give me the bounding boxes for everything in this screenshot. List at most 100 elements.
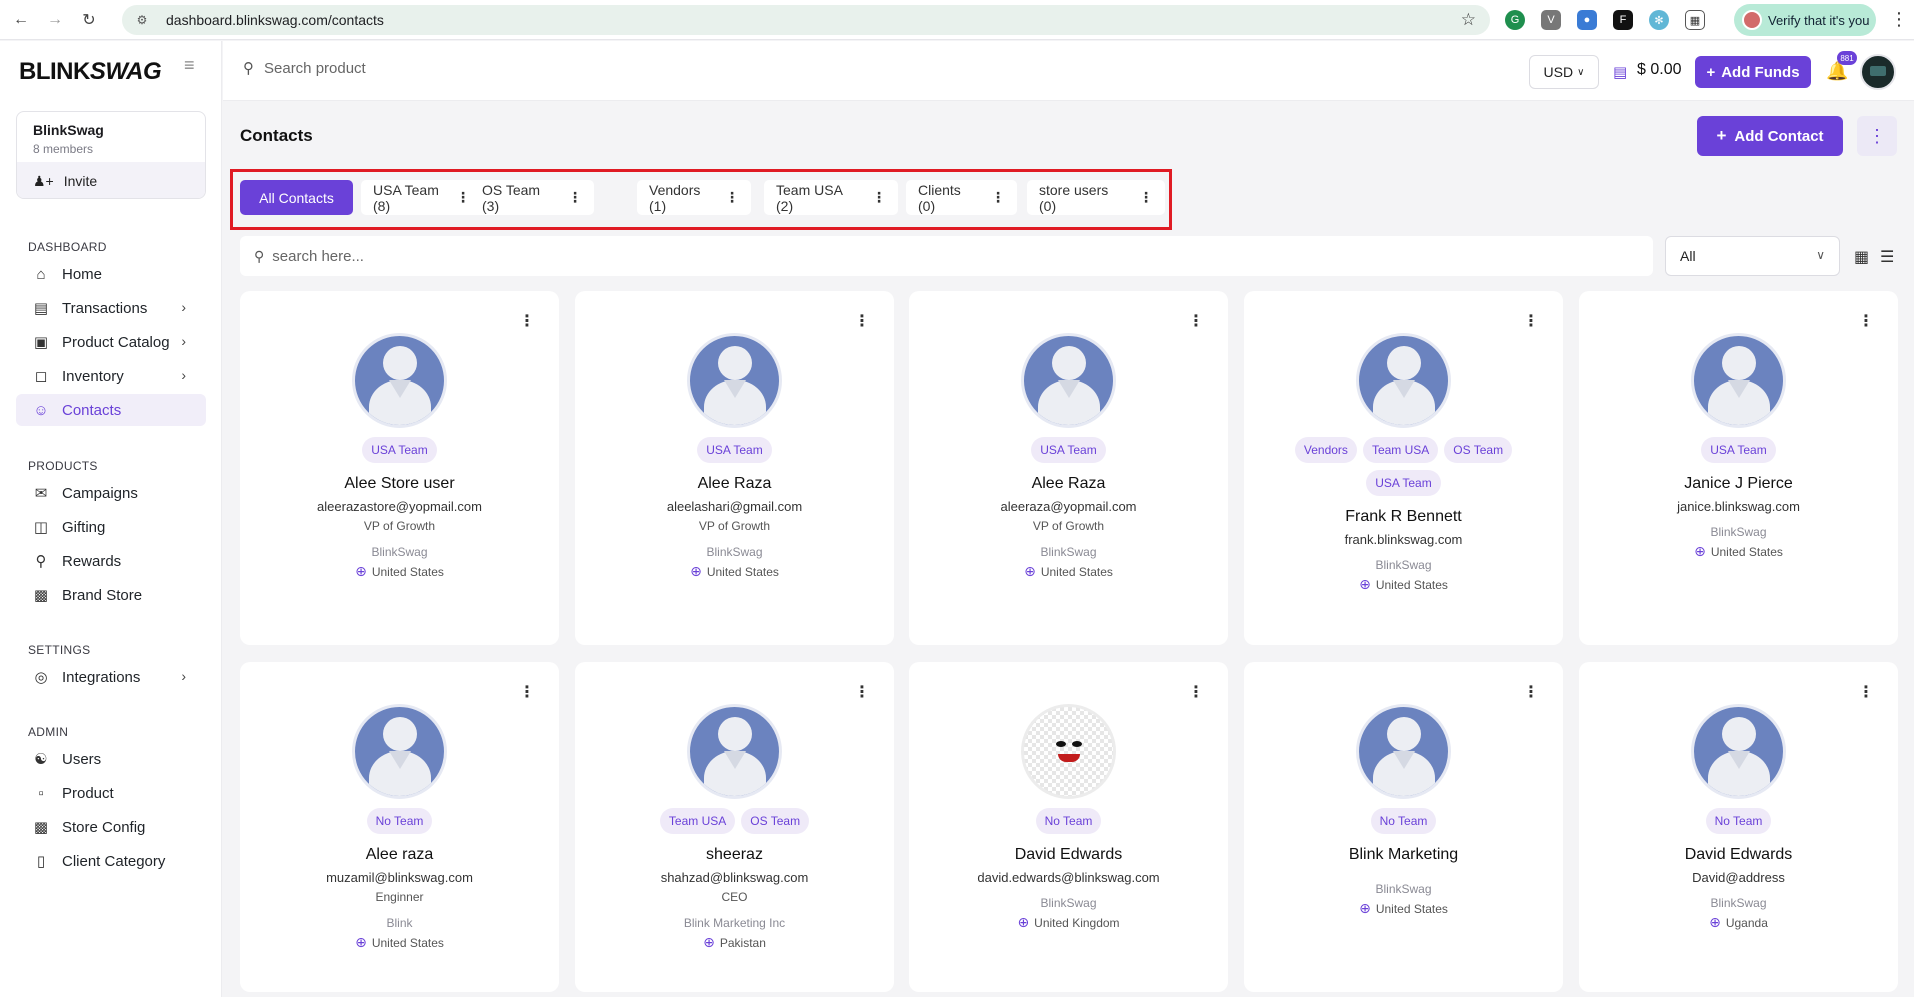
users-icon: ☯ — [34, 751, 48, 768]
contact-country-label: United Kingdom — [1034, 915, 1120, 930]
forward-icon[interactable]: → — [42, 7, 68, 33]
profile-avatar — [1742, 10, 1762, 30]
extensions-puzzle-icon[interactable]: ▦ — [1685, 10, 1705, 30]
megaphone-icon: ✉ — [34, 485, 48, 502]
collapse-sidebar-icon[interactable]: ≡ — [184, 55, 195, 76]
card-menu-icon[interactable]: ⋮ — [1188, 311, 1204, 331]
address-bar[interactable]: ⚙ dashboard.blinkswag.com/contacts ☆ — [122, 5, 1490, 35]
card-menu-icon[interactable]: ⋮ — [519, 682, 535, 702]
tab-usa-team[interactable]: USA Team (8) ⋮ — [361, 180, 482, 215]
card-menu-icon[interactable]: ⋮ — [519, 311, 535, 331]
contact-card[interactable]: ⋮ No Team Blink Marketing BlinkSwag ⊕ United … — [1244, 662, 1563, 992]
product-search[interactable]: ⚲ Search product — [243, 59, 366, 78]
vuetify-extension-icon[interactable]: V — [1541, 10, 1561, 30]
contact-card[interactable]: ⋮ Team USA OS Team sheeraz shahzad@blinkswag… — [575, 662, 894, 992]
gift-icon: ◫ — [33, 519, 49, 536]
tab-vendors[interactable]: Vendors (1) ⋮ — [637, 180, 751, 215]
tab-menu-icon[interactable]: ⋮ — [872, 189, 886, 206]
sidebar-item-rewards[interactable]: ⚲ Rewards — [16, 545, 206, 577]
sidebar-item-gifting[interactable]: ◫ Gifting — [16, 511, 206, 543]
add-funds-button[interactable]: + Add Funds — [1695, 56, 1811, 88]
contact-card[interactable]: ⋮ USA Team Janice J Pierce janice.blinkswag… — [1579, 291, 1898, 645]
tab-menu-icon[interactable]: ⋮ — [568, 189, 582, 206]
filter-select[interactable]: All ∨ — [1665, 236, 1840, 276]
react-extension-icon[interactable]: ✻ — [1649, 10, 1669, 30]
team-tag: USA Team — [1701, 437, 1776, 463]
tab-menu-icon[interactable]: ⋮ — [1139, 189, 1153, 206]
card-menu-icon[interactable]: ⋮ — [1523, 311, 1539, 331]
sidebar-item-product-catalog[interactable]: ▣ Product Catalog › — [16, 326, 206, 358]
contact-company: BlinkSwag — [1710, 525, 1767, 539]
contact-card[interactable]: ⋮ Vendors Team USA OS Team USA Team Frank R B… — [1244, 291, 1563, 645]
bookmark-star-icon[interactable]: ☆ — [1461, 10, 1476, 30]
contact-card[interactable]: ⋮ No Team Alee raza muzamil@blinkswag.com En… — [240, 662, 559, 992]
sidebar-item-campaigns[interactable]: ✉ Campaigns — [16, 477, 206, 509]
reload-icon[interactable]: ↻ — [76, 7, 102, 33]
contact-card[interactable]: ⋮ No Team David Edwards David@address BlinkS… — [1579, 662, 1898, 992]
tab-team-usa[interactable]: Team USA (2) ⋮ — [764, 180, 898, 215]
figma-extension-icon[interactable]: F — [1613, 10, 1633, 30]
tab-menu-icon[interactable]: ⋮ — [456, 189, 470, 206]
sidebar-item-brand-store[interactable]: ▩ Brand Store — [16, 579, 206, 611]
sidebar-item-home[interactable]: ⌂ Home — [16, 258, 206, 290]
contact-avatar — [1691, 333, 1786, 428]
card-menu-icon[interactable]: ⋮ — [854, 682, 870, 702]
notification-count-badge: 881 — [1837, 51, 1857, 65]
globe-icon: ⊕ — [1694, 543, 1706, 559]
contact-card[interactable]: ⋮ USA Team Alee Store user aleerazastore@yo… — [240, 291, 559, 645]
contacts-search-input[interactable] — [272, 247, 1573, 265]
screen-capture-extension-icon[interactable]: ● — [1577, 10, 1597, 30]
sidebar-item-client-category[interactable]: ▯ Client Category — [16, 845, 206, 877]
sidebar-item-transactions[interactable]: ▤ Transactions › — [16, 292, 206, 324]
contact-country: ⊕ United States — [1244, 576, 1563, 593]
sidebar-item-integrations[interactable]: ◎ Integrations › — [16, 661, 206, 693]
contact-name: Frank R Bennett — [1345, 508, 1462, 525]
sidebar-item-inventory[interactable]: ◻ Inventory › — [16, 360, 206, 392]
currency-select[interactable]: USD ∨ — [1529, 55, 1599, 89]
card-menu-icon[interactable]: ⋮ — [854, 311, 870, 331]
tab-store-users[interactable]: store users (0) ⋮ — [1027, 180, 1165, 215]
list-view-icon[interactable]: ☰ — [1880, 247, 1894, 267]
back-icon[interactable]: ← — [8, 7, 34, 33]
contact-country-label: United States — [371, 564, 444, 579]
contact-country-label: United States — [706, 564, 779, 579]
contact-role: VP of Growth — [698, 519, 771, 533]
team-tag: Team USA — [659, 808, 736, 834]
grammarly-extension-icon[interactable]: G — [1505, 10, 1525, 30]
grid-view-icon[interactable]: ▦ — [1854, 247, 1869, 267]
site-settings-icon[interactable]: ⚙ — [134, 12, 150, 28]
org-members-count: 8 members — [33, 142, 94, 156]
add-contact-button[interactable]: + Add Contact — [1697, 116, 1843, 156]
card-menu-icon[interactable]: ⋮ — [1858, 682, 1874, 702]
tab-os-team[interactable]: OS Team (3) ⋮ — [470, 180, 594, 215]
sidebar-item-users[interactable]: ☯ Users — [16, 743, 206, 775]
card-menu-icon[interactable]: ⋮ — [1188, 682, 1204, 702]
contact-card[interactable]: ⋮ USA Team Alee Raza aleeraza@yopmail.com VP… — [909, 291, 1228, 645]
brand-logo[interactable]: BLINKSWAG — [19, 58, 162, 86]
browser-menu-icon[interactable]: ⋮ — [1890, 9, 1908, 30]
contacts-search[interactable]: ⚲ — [240, 236, 1653, 276]
tab-clients[interactable]: Clients (0) ⋮ — [906, 180, 1017, 215]
client-category-icon: ▯ — [36, 853, 46, 870]
sidebar-item-contacts[interactable]: ☺ Contacts — [16, 394, 206, 426]
award-icon: ⚲ — [35, 553, 47, 570]
verify-identity-chip[interactable]: Verify that it's you — [1734, 4, 1876, 36]
card-menu-icon[interactable]: ⋮ — [1523, 682, 1539, 702]
more-options-button[interactable]: ⋮ — [1857, 116, 1897, 156]
tab-all-contacts[interactable]: All Contacts — [240, 180, 353, 215]
product-search-placeholder: Search product — [264, 59, 366, 77]
tab-menu-icon[interactable]: ⋮ — [991, 189, 1005, 206]
globe-icon: ⊕ — [1024, 563, 1036, 579]
invite-button[interactable]: ♟+ Invite — [17, 162, 205, 198]
contact-card[interactable]: ⋮ USA Team Alee Raza aleelashari@gmail.com V… — [575, 291, 894, 645]
globe-icon: ⊕ — [1359, 900, 1371, 916]
tab-menu-icon[interactable]: ⋮ — [725, 189, 739, 206]
sidebar-item-store-config[interactable]: ▩ Store Config — [16, 811, 206, 843]
contact-team-tags: USA Team — [575, 437, 894, 463]
card-menu-icon[interactable]: ⋮ — [1858, 311, 1874, 331]
add-user-icon: ♟+ — [33, 172, 54, 189]
contact-team-tags: Team USA OS Team — [575, 808, 894, 834]
sidebar-item-product[interactable]: ▫ Product — [16, 777, 206, 809]
contact-card[interactable]: ⋮ No Team David Edwards david.edwards@blink… — [909, 662, 1228, 992]
user-avatar[interactable] — [1860, 54, 1896, 90]
